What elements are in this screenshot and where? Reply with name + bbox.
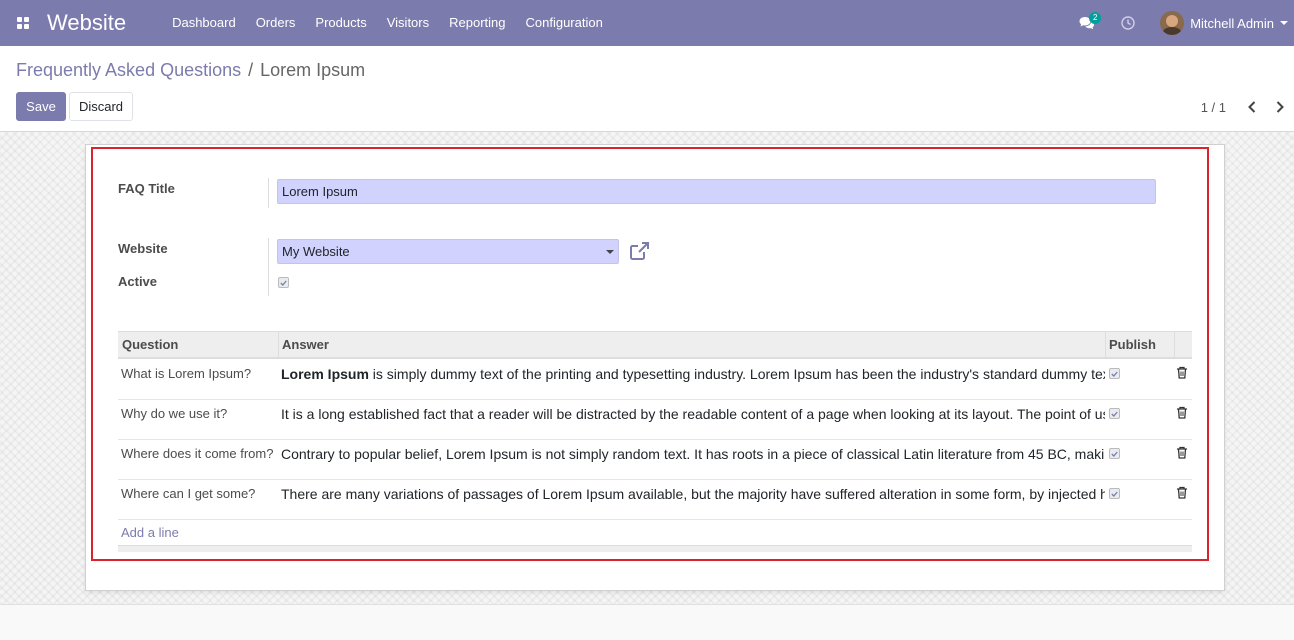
question-cell[interactable]: Why do we use it? (121, 406, 227, 421)
discard-button[interactable]: Discard (69, 92, 133, 121)
add-line-link[interactable]: Add a line (121, 525, 179, 540)
bottom-strip (0, 604, 1294, 640)
field-separator (268, 178, 269, 208)
clock-icon[interactable] (1108, 0, 1148, 46)
column-header-publish[interactable]: Publish (1105, 332, 1175, 359)
breadcrumb: Frequently Asked Questions / Lorem Ipsum (16, 60, 365, 81)
menu-item-dashboard[interactable]: Dashboard (162, 0, 246, 46)
publish-checkbox[interactable] (1109, 368, 1120, 379)
website-select[interactable]: My Website (277, 239, 619, 264)
pager-previous-icon[interactable] (1238, 98, 1266, 116)
top-navbar: Website Dashboard Orders Products Visito… (0, 0, 1294, 46)
table-row[interactable]: Where does it come from? Contrary to pop… (118, 440, 1192, 480)
column-header-answer[interactable]: Answer (278, 332, 1105, 359)
active-label: Active (118, 274, 158, 289)
menu-item-reporting[interactable]: Reporting (439, 0, 515, 46)
external-link-icon[interactable] (629, 241, 651, 261)
pager-value[interactable]: 1 / 1 (1201, 100, 1226, 115)
control-panel: Frequently Asked Questions / Lorem Ipsum… (0, 46, 1294, 132)
website-select-value: My Website (282, 244, 350, 259)
chevron-down-icon (1280, 21, 1288, 25)
trash-icon[interactable] (1176, 406, 1188, 419)
menu-item-visitors[interactable]: Visitors (377, 0, 439, 46)
chevron-down-icon (606, 250, 614, 254)
user-avatar (1160, 11, 1185, 35)
menu-item-configuration[interactable]: Configuration (516, 0, 613, 46)
answer-text: There are many variations of passages of… (281, 486, 1105, 502)
publish-checkbox[interactable] (1109, 408, 1120, 419)
pager: 1 / 1 (1201, 98, 1294, 116)
trash-icon[interactable] (1176, 446, 1188, 459)
user-name: Mitchell Admin (1190, 15, 1274, 31)
user-menu[interactable]: Mitchell Admin (1150, 0, 1294, 46)
field-separator (268, 238, 269, 296)
answer-cell[interactable]: There are many variations of passages of… (281, 486, 1105, 502)
column-divider (1174, 332, 1175, 359)
answer-cell[interactable]: Contrary to popular belief, Lorem Ipsum … (281, 446, 1105, 462)
breadcrumb-parent[interactable]: Frequently Asked Questions (16, 60, 241, 81)
app-brand[interactable]: Website (47, 10, 126, 36)
save-button[interactable]: Save (16, 92, 66, 121)
trash-icon[interactable] (1176, 366, 1188, 379)
answer-text: Contrary to popular belief, Lorem Ipsum … (281, 446, 1105, 462)
active-checkbox[interactable] (278, 277, 289, 288)
chat-icon[interactable]: 2 (1072, 0, 1102, 46)
trash-icon[interactable] (1176, 486, 1188, 499)
question-cell[interactable]: What is Lorem Ipsum? (121, 366, 251, 381)
answer-text: It is a long established fact that a rea… (281, 406, 1105, 422)
publish-checkbox[interactable] (1109, 488, 1120, 499)
faq-title-label: FAQ Title (118, 181, 175, 196)
table-footer (118, 545, 1192, 552)
table-row[interactable]: Where can I get some? There are many var… (118, 480, 1192, 520)
table-row[interactable]: What is Lorem Ipsum? Lorem Ipsum is simp… (118, 360, 1192, 400)
breadcrumb-current: Lorem Ipsum (260, 60, 366, 80)
main-menu: Dashboard Orders Products Visitors Repor… (162, 0, 613, 46)
menu-item-products[interactable]: Products (305, 0, 376, 46)
answer-text: is simply dummy text of the printing and… (368, 366, 1105, 382)
chat-badge: 2 (1089, 12, 1102, 24)
column-header-question[interactable]: Question (118, 332, 278, 359)
website-label: Website (118, 241, 168, 256)
navbar-systray: 2 Mitchell Admin (1072, 0, 1294, 46)
menu-item-orders[interactable]: Orders (246, 0, 306, 46)
answer-bold-text: Lorem Ipsum (281, 366, 369, 382)
breadcrumb-separator: / (248, 60, 254, 80)
question-cell[interactable]: Where does it come from? (121, 446, 273, 461)
pager-next-icon[interactable] (1266, 98, 1294, 116)
faq-title-input[interactable]: Lorem Ipsum (277, 179, 1156, 204)
answer-cell[interactable]: It is a long established fact that a rea… (281, 406, 1105, 422)
publish-checkbox[interactable] (1109, 448, 1120, 459)
apps-grid-icon[interactable] (0, 0, 46, 46)
question-cell[interactable]: Where can I get some? (121, 486, 255, 501)
table-header: Question Answer Publish (118, 331, 1192, 359)
answer-cell[interactable]: Lorem Ipsum is simply dummy text of the … (281, 366, 1105, 382)
table-row[interactable]: Why do we use it? It is a long establish… (118, 400, 1192, 440)
